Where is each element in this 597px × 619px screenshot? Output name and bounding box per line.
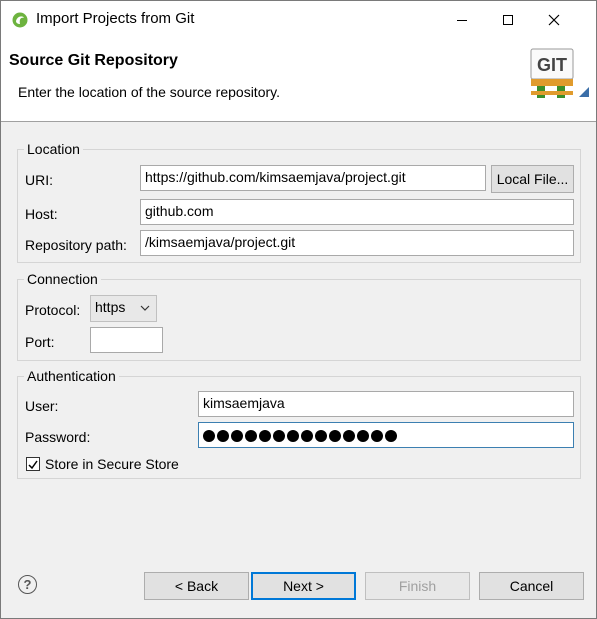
password-mask-dot [273,430,285,442]
title-bar: Import Projects from Git [1,1,596,39]
store-secure-checkbox[interactable] [26,457,40,471]
password-mask-dot [217,430,229,442]
git-logo-text: GIT [537,55,567,75]
location-legend: Location [24,141,83,157]
git-logo-icon: GIT [530,48,589,98]
close-icon [548,14,560,26]
password-mask-dot [343,430,355,442]
close-button[interactable] [531,1,577,39]
page-title: Source Git Repository [9,52,178,69]
password-mask-dot [357,430,369,442]
password-mask-dot [231,430,243,442]
cancel-button[interactable]: Cancel [479,572,584,600]
protocol-select[interactable]: https [90,295,157,322]
password-mask [203,428,399,444]
dialog-window: Import Projects from Git Source Git Repo… [0,0,597,619]
port-input[interactable] [90,327,163,353]
repository-path-label: Repository path: [25,237,127,253]
eclipse-icon [12,12,28,28]
port-label: Port: [25,334,55,350]
local-file-button[interactable]: Local File... [491,165,574,193]
checkmark-icon [28,460,38,470]
minimize-icon [457,20,467,21]
protocol-label: Protocol: [25,302,81,318]
host-input[interactable]: github.com [140,199,574,225]
page-description: Enter the location of the source reposit… [18,84,280,100]
help-icon[interactable]: ? [18,575,37,594]
password-mask-dot [315,430,327,442]
authentication-legend: Authentication [24,368,119,384]
password-mask-dot [329,430,341,442]
password-mask-dot [287,430,299,442]
chevron-down-icon [140,305,150,311]
password-mask-dot [203,430,215,442]
password-mask-dot [301,430,313,442]
wizard-banner: Source Git Repository Enter the location… [1,39,596,122]
next-button[interactable]: Next > [251,572,356,600]
maximize-button[interactable] [485,1,531,39]
back-button[interactable]: < Back [144,572,249,600]
window-title: Import Projects from Git [36,10,195,27]
password-input[interactable] [198,422,574,448]
password-mask-dot [245,430,257,442]
host-label: Host: [25,206,58,222]
connection-legend: Connection [24,271,101,287]
password-label: Password: [25,429,91,445]
user-label: User: [25,398,59,414]
uri-label: URI: [25,172,53,188]
maximize-icon [503,15,513,25]
uri-input[interactable]: https://github.com/kimsaemjava/project.g… [140,165,486,191]
password-mask-dot [371,430,383,442]
store-secure-label: Store in Secure Store [45,456,179,472]
password-mask-dot [259,430,271,442]
user-input[interactable]: kimsaemjava [198,391,574,417]
repository-path-input[interactable]: /kimsaemjava/project.git [140,230,574,256]
protocol-value: https [95,299,126,315]
password-mask-dot [385,430,397,442]
finish-button: Finish [365,572,470,600]
minimize-button[interactable] [439,1,485,39]
